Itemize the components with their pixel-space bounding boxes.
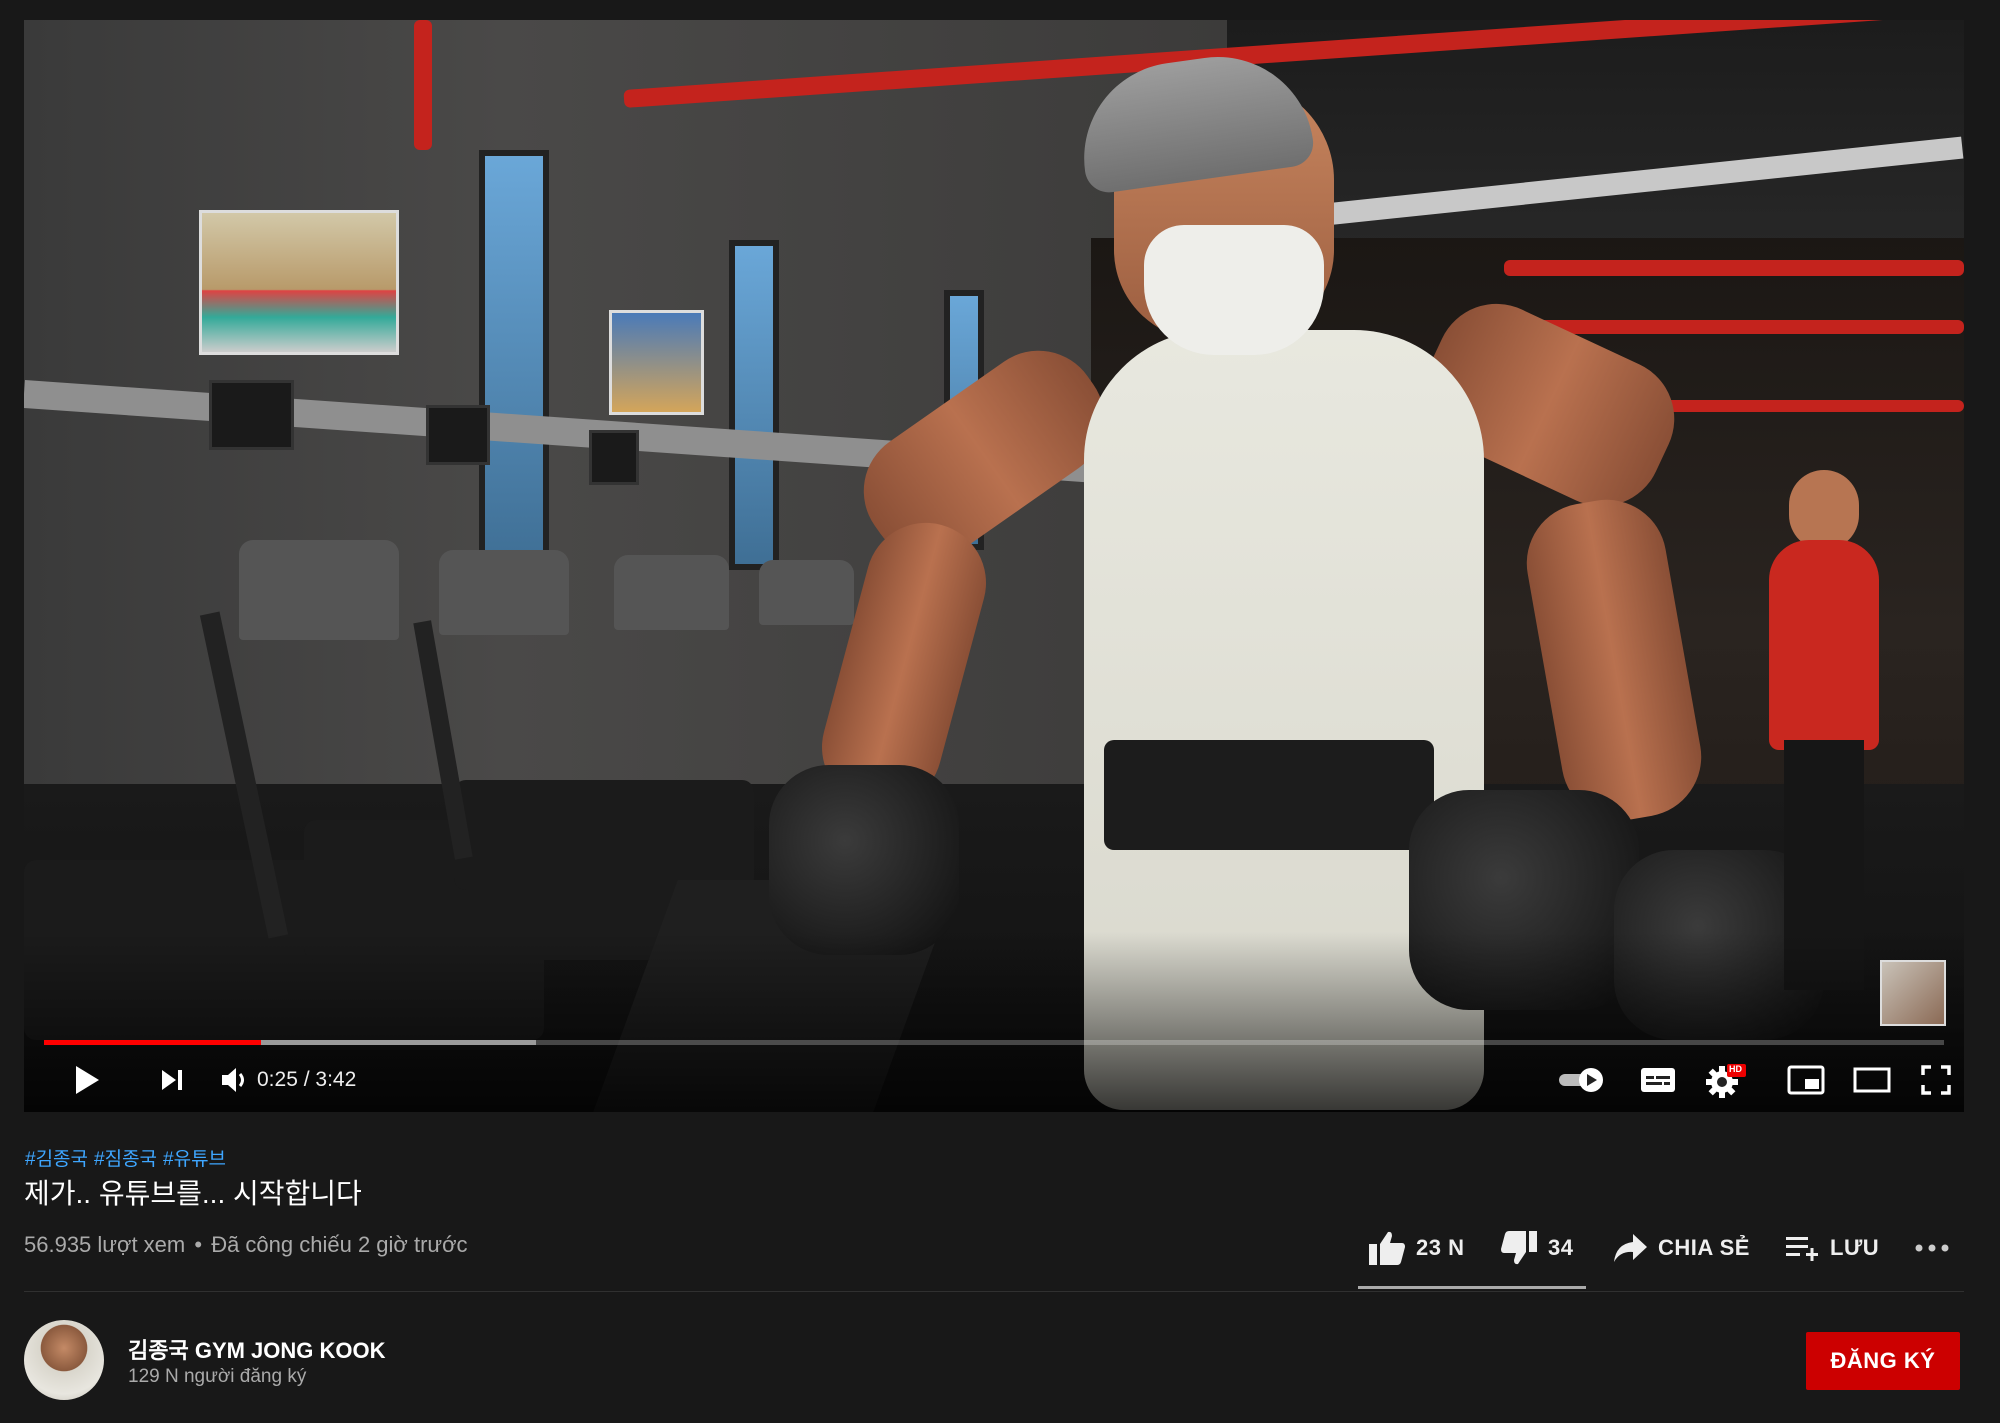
channel-name[interactable]: 김종국 GYM JONG KOOK	[128, 1333, 386, 1365]
current-time: 0:25	[257, 1068, 298, 1091]
like-button[interactable]: 23 N	[1368, 1226, 1464, 1270]
player-controls: 0:25 / 3:42 HD	[24, 1054, 1964, 1106]
subtitles-button[interactable]	[1634, 1060, 1682, 1100]
theater-icon	[1853, 1067, 1891, 1093]
mute-button[interactable]	[212, 1060, 258, 1100]
thumbs-up-icon	[1369, 1231, 1405, 1265]
fullscreen-icon	[1921, 1065, 1951, 1095]
subtitles-icon	[1641, 1068, 1675, 1092]
like-ratio-fill	[1358, 1286, 1586, 1289]
play-icon	[76, 1066, 99, 1094]
hashtag-link[interactable]: #짐종국	[94, 1149, 157, 1170]
duration: 3:42	[315, 1068, 357, 1091]
more-actions-button[interactable]	[1914, 1226, 1950, 1270]
settings-button[interactable]: HD	[1702, 1060, 1750, 1100]
video-meta: 56.935 lượt xem • Đã công chiếu 2 giờ tr…	[24, 1232, 468, 1258]
dislike-button[interactable]: 34	[1500, 1226, 1573, 1270]
share-label: CHIA SẺ	[1658, 1235, 1750, 1260]
thumbs-down-icon	[1501, 1231, 1537, 1265]
hashtags: #김종국 #짐종국 #유튜브	[25, 1144, 232, 1171]
channel-watermark[interactable]	[1880, 960, 1946, 1026]
theater-mode-button[interactable]	[1848, 1060, 1896, 1100]
miniplayer-button[interactable]	[1782, 1060, 1830, 1100]
play-button[interactable]	[64, 1060, 110, 1100]
playlist-add-icon	[1786, 1237, 1818, 1261]
hashtag-link[interactable]: #유튜브	[163, 1149, 226, 1170]
miniplayer-icon	[1787, 1065, 1825, 1095]
next-button[interactable]	[150, 1060, 194, 1100]
share-icon	[1614, 1234, 1647, 1262]
autoplay-toggle[interactable]	[1554, 1060, 1610, 1100]
video-title: 제가.. 유튜브를... 시작합니다	[24, 1178, 362, 1209]
progress-bar[interactable]	[44, 1040, 1944, 1045]
next-icon	[162, 1070, 182, 1090]
hashtag-link[interactable]: #김종국	[25, 1149, 88, 1170]
subscribe-button[interactable]: ĐĂNG KÝ	[1806, 1332, 1960, 1390]
more-horizontal-icon	[1915, 1244, 1949, 1252]
volume-icon	[222, 1068, 244, 1092]
save-button[interactable]: LƯU	[1784, 1226, 1879, 1270]
divider	[24, 1291, 1964, 1292]
subscriber-count: 129 N người đăng ký	[128, 1366, 307, 1387]
fullscreen-button[interactable]	[1912, 1060, 1960, 1100]
meta-separator: •	[194, 1232, 203, 1257]
save-label: LƯU	[1830, 1235, 1880, 1260]
time-display: 0:25 / 3:42	[257, 1068, 356, 1092]
like-count: 23 N	[1416, 1235, 1465, 1260]
video-player[interactable]: 0:25 / 3:42 HD	[24, 20, 1964, 1112]
premiere-date: Đã công chiếu 2 giờ trước	[211, 1232, 468, 1257]
progress-played	[44, 1040, 261, 1045]
view-count: 56.935 lượt xem	[24, 1232, 186, 1257]
dislike-count: 34	[1548, 1235, 1574, 1260]
time-separator: /	[297, 1068, 316, 1091]
share-button[interactable]: CHIA SẺ	[1612, 1226, 1750, 1270]
channel-avatar[interactable]	[24, 1320, 104, 1400]
like-dislike-ratio-bar	[1358, 1286, 1586, 1289]
autoplay-toggle-icon	[1559, 1068, 1603, 1092]
hd-badge: HD	[1729, 1064, 1742, 1074]
